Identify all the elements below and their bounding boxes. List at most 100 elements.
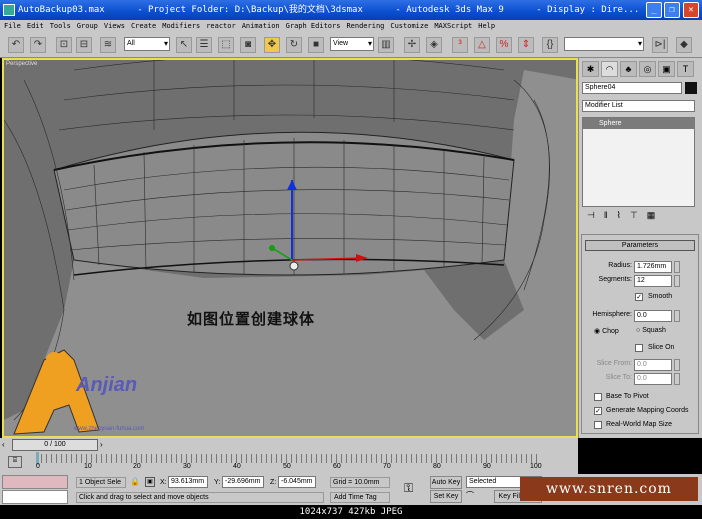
rotate-icon[interactable]: ↻	[286, 37, 302, 53]
z-coordinate-field[interactable]: -6.045mm	[278, 476, 316, 488]
hemisphere-spinner[interactable]	[674, 310, 680, 322]
link-icon[interactable]: ⊡	[56, 37, 72, 53]
auto-key-button[interactable]: Auto Key	[430, 476, 462, 489]
segments-label: Segments:	[598, 276, 632, 283]
real-world-checkbox[interactable]	[594, 421, 602, 429]
menu-tools[interactable]: Tools	[50, 22, 71, 30]
parameters-rollout-header[interactable]: Parameters	[585, 240, 695, 251]
menu-rendering[interactable]: Rendering	[346, 22, 384, 30]
angle-snap-icon[interactable]: △	[474, 37, 490, 53]
title-bar: AutoBackup03.max - Project Folder: D:\Ba…	[0, 0, 702, 20]
unlink-icon[interactable]: ⊟	[76, 37, 92, 53]
y-coordinate-field[interactable]: -29.696mm	[222, 476, 264, 488]
slice-on-checkbox[interactable]	[635, 344, 643, 352]
pivot-center-icon[interactable]: ▥	[378, 37, 394, 53]
slice-to-field[interactable]: 0.0	[634, 373, 672, 385]
slice-to-spinner[interactable]	[674, 373, 680, 385]
close-button[interactable]: ✕	[683, 2, 699, 18]
motion-tab-icon[interactable]: ◎	[639, 61, 656, 77]
menu-graph-editors[interactable]: Graph Editors	[286, 22, 341, 30]
snap-icon[interactable]: ³	[452, 37, 468, 53]
hemisphere-label: Hemisphere:	[592, 311, 632, 318]
move-icon[interactable]: ✥	[264, 37, 280, 53]
squash-radio[interactable]: ○ Squash	[636, 327, 666, 334]
window-crossing-icon[interactable]: ◙	[240, 37, 256, 53]
default-tangent-icon[interactable]: ⌒	[466, 490, 474, 501]
redo-icon[interactable]: ↷	[30, 37, 46, 53]
bind-space-warp-icon[interactable]: ≋	[100, 37, 116, 53]
modifier-list-dropdown[interactable]: Modifier List	[582, 100, 695, 112]
next-frame-icon[interactable]: ›	[100, 440, 103, 449]
smooth-checkbox[interactable]: ✓	[635, 293, 643, 301]
absolute-mode-icon[interactable]: ▣	[145, 477, 155, 487]
undo-icon[interactable]: ↶	[8, 37, 24, 53]
menu-create[interactable]: Create	[131, 22, 156, 30]
stack-item-sphere[interactable]: Sphere	[583, 118, 694, 129]
radius-spinner[interactable]	[674, 261, 680, 273]
prev-frame-icon[interactable]: ‹	[2, 440, 5, 449]
set-key-button[interactable]: Set Key	[430, 490, 462, 503]
generate-mapping-checkbox[interactable]: ✓	[594, 407, 602, 415]
menu-customize[interactable]: Customize	[390, 22, 428, 30]
percent-snap-icon[interactable]: %	[496, 37, 512, 53]
minimize-button[interactable]: _	[646, 2, 662, 18]
x-coordinate-field[interactable]: 93.613mm	[168, 476, 208, 488]
watermark-logo: Anjian	[76, 374, 138, 396]
radius-field[interactable]: 1.726mm	[634, 261, 672, 273]
menu-help[interactable]: Help	[478, 22, 495, 30]
title-app: - Autodesk 3ds Max 9	[395, 5, 504, 15]
reference-coord-dropdown[interactable]: View	[330, 37, 374, 51]
utilities-tab-icon[interactable]: T	[677, 61, 694, 77]
menu-file[interactable]: File	[4, 22, 21, 30]
menu-animation[interactable]: Animation	[242, 22, 280, 30]
menu-reactor[interactable]: reactor	[206, 22, 236, 30]
viewport-label[interactable]: Perspective	[6, 61, 37, 67]
tick-label: 100	[530, 463, 542, 470]
tick-label: 70	[383, 463, 391, 470]
segments-spinner[interactable]	[674, 275, 680, 287]
hierarchy-tab-icon[interactable]: ♣	[620, 61, 637, 77]
perspective-viewport[interactable]: Perspective 如图位置创建球体 Anjian www.zhenyuan…	[2, 58, 578, 438]
restore-button[interactable]: ❐	[664, 2, 680, 18]
select-by-name-icon[interactable]: ☰	[196, 37, 212, 53]
chop-radio[interactable]: ◉ Chop	[594, 327, 619, 335]
hemisphere-field[interactable]: 0.0	[634, 310, 672, 322]
lock-icon[interactable]: 🔒	[130, 477, 140, 486]
stack-controls[interactable]: ⊣‖⌇⊤▦	[587, 210, 664, 221]
object-color-swatch[interactable]	[685, 82, 697, 94]
menu-maxscript[interactable]: MAXScript	[434, 22, 472, 30]
rect-region-icon[interactable]: ⬚	[218, 37, 234, 53]
display-tab-icon[interactable]: ▣	[658, 61, 675, 77]
base-to-pivot-checkbox[interactable]	[594, 393, 602, 401]
create-tab-icon[interactable]: ✱	[582, 61, 599, 77]
object-name-field[interactable]: Sphere04	[582, 82, 682, 94]
time-slider[interactable]: ‹ 0 / 100 ›	[0, 438, 578, 452]
keyboard-shortcut-icon[interactable]: ◈	[426, 37, 442, 53]
named-selection-dropdown[interactable]	[564, 37, 644, 51]
scale-icon[interactable]: ■	[308, 37, 324, 53]
menu-modifiers[interactable]: Modifiers	[162, 22, 200, 30]
selection-filter-dropdown[interactable]: All	[124, 37, 170, 51]
menu-views[interactable]: Views	[104, 22, 125, 30]
tick-label: 10	[84, 463, 92, 470]
manipulate-icon[interactable]: ✢	[404, 37, 420, 53]
spinner-snap-icon[interactable]: ⇕	[518, 37, 534, 53]
align-icon[interactable]: ◆	[676, 37, 692, 53]
mirror-icon[interactable]: ⊳|	[652, 37, 668, 53]
selection-count: 1 Object Sele	[76, 477, 126, 488]
add-time-tag-button[interactable]: Add Time Tag	[330, 492, 390, 503]
set-key-icon[interactable]: ⚿	[404, 481, 413, 496]
maxscript-listener-pink[interactable]	[2, 475, 68, 489]
slice-from-spinner[interactable]	[674, 359, 680, 371]
slice-from-field[interactable]: 0.0	[634, 359, 672, 371]
segments-field[interactable]: 12	[634, 275, 672, 287]
curve-editor-icon[interactable]: ⌸	[8, 456, 22, 468]
time-slider-thumb[interactable]: 0 / 100	[12, 439, 98, 451]
maxscript-listener-white[interactable]	[2, 490, 68, 504]
menu-edit[interactable]: Edit	[27, 22, 44, 30]
track-bar[interactable]: ⌸ 0 10 20 30 40 50 60 70 80 90 100	[0, 452, 578, 474]
select-icon[interactable]: ↖	[176, 37, 192, 53]
named-selection-icon[interactable]: {}	[542, 37, 558, 53]
modify-tab-icon[interactable]: ◠	[601, 61, 618, 77]
menu-group[interactable]: Group	[77, 22, 98, 30]
